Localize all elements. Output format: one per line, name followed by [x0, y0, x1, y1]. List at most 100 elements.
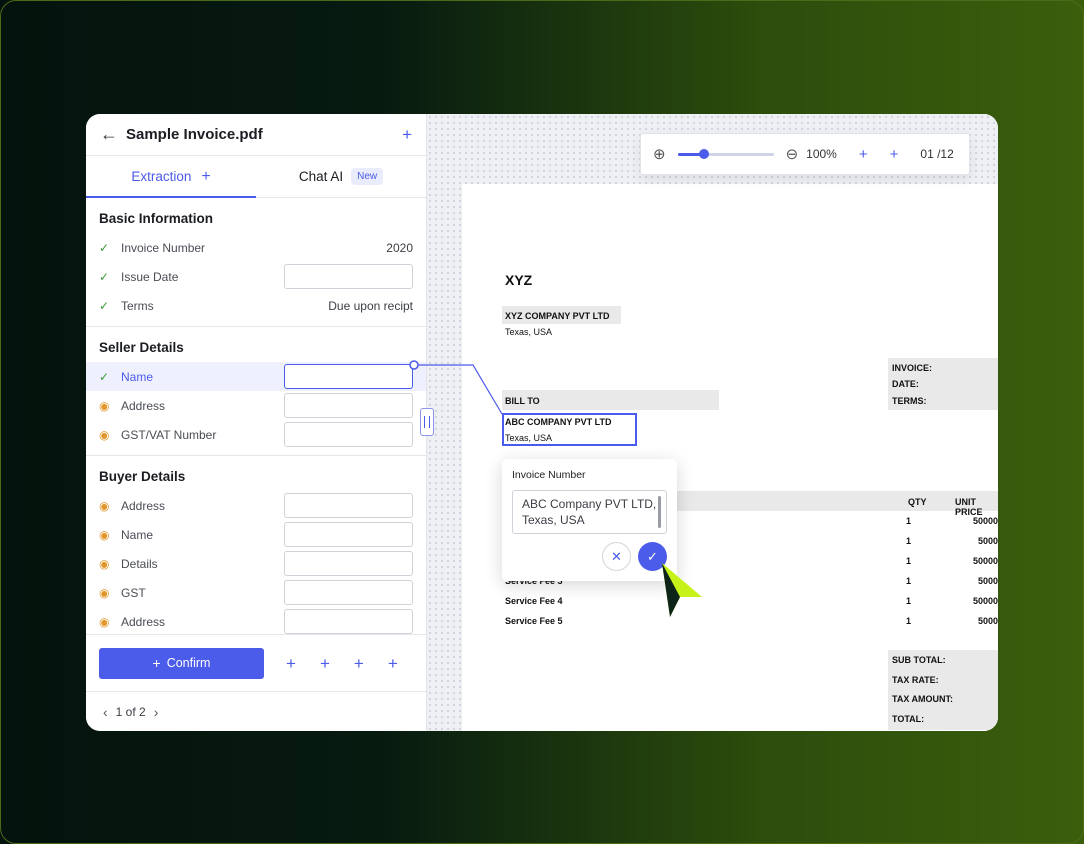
- field-label: Invoice Number: [121, 240, 206, 255]
- cancel-button[interactable]: ✕: [602, 542, 631, 571]
- tab-extraction[interactable]: Extraction +: [86, 156, 256, 198]
- next-page-icon[interactable]: ›: [154, 704, 159, 720]
- field-label: Address: [121, 498, 166, 513]
- eye-icon[interactable]: ◉: [99, 428, 121, 442]
- eye-icon[interactable]: ◉: [99, 528, 121, 542]
- tab-chat-ai[interactable]: Chat AI New: [256, 156, 426, 197]
- eye-icon[interactable]: ◉: [99, 399, 121, 413]
- add-icon[interactable]: +: [320, 655, 330, 672]
- back-arrow-icon[interactable]: ←: [100, 124, 124, 145]
- line-qty: 1: [906, 556, 912, 566]
- confirm-button[interactable]: + Confirm: [99, 647, 264, 679]
- seller-gst-input[interactable]: [284, 422, 413, 447]
- section-title: Seller Details: [99, 340, 184, 355]
- field-row-terms[interactable]: ✓ Terms Due upon recipt: [86, 291, 426, 320]
- seller-name-input[interactable]: [284, 364, 413, 389]
- buyer-address-input[interactable]: [284, 493, 413, 518]
- field-label: Issue Date: [121, 269, 179, 284]
- seller-company[interactable]: XYZ COMPANY PVT LTD: [505, 311, 610, 321]
- fields-list[interactable]: Basic Information ✓ Invoice Number 2020 …: [86, 198, 426, 634]
- popup-textarea[interactable]: ABC Company PVT LTD, Texas, USA: [512, 490, 667, 534]
- field-row-buyer-address[interactable]: ◉ Address: [86, 491, 426, 520]
- check-icon: ✓: [99, 298, 110, 313]
- field-row-buyer-gst[interactable]: ◉ GST: [86, 578, 426, 607]
- doc-heading: XYZ: [505, 272, 533, 288]
- prev-page-icon[interactable]: ‹: [103, 704, 108, 720]
- tab-bar: Extraction + Chat AI New: [86, 156, 426, 198]
- field-row-invoice-number[interactable]: ✓ Invoice Number 2020: [86, 233, 426, 262]
- edit-field-popup: Invoice Number ABC Company PVT LTD, Texa…: [502, 459, 677, 581]
- page-indicator: 1 of 2: [115, 704, 146, 719]
- popup-title: Invoice Number: [512, 469, 586, 481]
- buyer-location: Texas, USA: [505, 433, 553, 443]
- field-value[interactable]: 2020: [386, 241, 413, 255]
- field-value[interactable]: Due upon recipt: [328, 299, 413, 313]
- check-icon: ✓: [99, 240, 110, 255]
- zoom-slider-knob[interactable]: [699, 148, 710, 159]
- buyer-address-2-input[interactable]: [284, 609, 413, 634]
- field-row-buyer-name[interactable]: ◉ Name: [86, 520, 426, 549]
- issue-date-input[interactable]: [284, 264, 413, 289]
- field-row-seller-gst[interactable]: ◉ GST/VAT Number: [86, 420, 426, 449]
- buyer-details-input[interactable]: [284, 551, 413, 576]
- check-icon: ✓: [99, 369, 110, 384]
- eye-icon[interactable]: ◉: [99, 586, 121, 600]
- buyer-gst-input[interactable]: [284, 580, 413, 605]
- zoom-in-icon[interactable]: ⊕: [653, 145, 666, 163]
- eye-icon[interactable]: ◉: [99, 499, 121, 513]
- eye-icon[interactable]: ◉: [99, 557, 121, 571]
- add-icon[interactable]: +: [286, 655, 296, 672]
- invoice-page: XYZ XYZ COMPANY PVT LTD Texas, USA INVOI…: [462, 184, 998, 731]
- panel-header: ← Sample Invoice.pdf +: [86, 114, 426, 156]
- tax-rate-label: TAX RATE:: [892, 675, 939, 685]
- pdf-viewer[interactable]: ⊕ ⊖ 100% + + 01 /12 XYZ XYZ COMPANY PVT …: [427, 114, 998, 731]
- add-icon[interactable]: +: [890, 146, 899, 163]
- new-badge: New: [351, 168, 384, 185]
- add-icon[interactable]: +: [859, 146, 868, 163]
- close-icon: ✕: [611, 548, 622, 564]
- extraction-panel: ← Sample Invoice.pdf + Extraction + Chat…: [86, 114, 427, 731]
- add-extraction-icon[interactable]: +: [201, 168, 210, 186]
- terms-label: TERMS:: [892, 396, 927, 406]
- field-row-seller-name[interactable]: ✓ Name: [86, 362, 426, 391]
- line-item: Service Fee 5: [505, 616, 563, 626]
- buyer-company[interactable]: ABC COMPANY PVT LTD: [505, 417, 612, 427]
- line-price: 5000: [978, 576, 998, 586]
- date-label: DATE:: [892, 379, 919, 389]
- eye-icon[interactable]: ◉: [99, 615, 121, 629]
- zoom-slider[interactable]: [677, 148, 774, 159]
- field-row-issue-date[interactable]: ✓ Issue Date: [86, 262, 426, 291]
- bill-to-label: BILL TO: [505, 396, 540, 406]
- popup-text-line: ABC Company PVT LTD,: [522, 497, 657, 511]
- basic-info-section: Basic Information ✓ Invoice Number 2020 …: [86, 198, 426, 327]
- field-row-buyer-address-2[interactable]: ◉ Address: [86, 607, 426, 634]
- subtotal-label: SUB TOTAL:: [892, 655, 946, 665]
- zoom-level: 100%: [806, 147, 837, 161]
- add-icon[interactable]: +: [388, 655, 398, 672]
- plus-icon: +: [152, 655, 161, 671]
- buyer-section: Buyer Details ◉ Address ◉ Name ◉ Details: [86, 456, 426, 634]
- confirm-label: Confirm: [166, 656, 211, 670]
- pagination: ‹ 1 of 2 ›: [86, 691, 426, 731]
- seller-address-input[interactable]: [284, 393, 413, 418]
- field-row-seller-address[interactable]: ◉ Address: [86, 391, 426, 420]
- line-qty: 1: [906, 536, 912, 546]
- resize-handle[interactable]: [420, 408, 434, 436]
- tab-chat-label: Chat AI: [298, 169, 344, 184]
- zoom-out-icon[interactable]: ⊖: [786, 145, 799, 163]
- tab-extraction-label: Extraction: [131, 169, 192, 184]
- field-label: GST/VAT Number: [121, 427, 217, 442]
- line-price: 50000: [973, 556, 998, 566]
- line-price: 50000: [973, 596, 998, 606]
- add-icon[interactable]: +: [354, 655, 364, 672]
- line-qty: 1: [906, 576, 912, 586]
- field-label: GST: [121, 585, 146, 600]
- field-row-buyer-details[interactable]: ◉ Details: [86, 549, 426, 578]
- buyer-name-input[interactable]: [284, 522, 413, 547]
- add-icon[interactable]: +: [402, 126, 412, 143]
- textarea-scrollbar[interactable]: [658, 496, 661, 528]
- section-title: Basic Information: [99, 211, 214, 226]
- field-label: Name: [121, 369, 154, 384]
- line-item: Service Fee 4: [505, 596, 563, 606]
- field-label: Address: [121, 398, 166, 413]
